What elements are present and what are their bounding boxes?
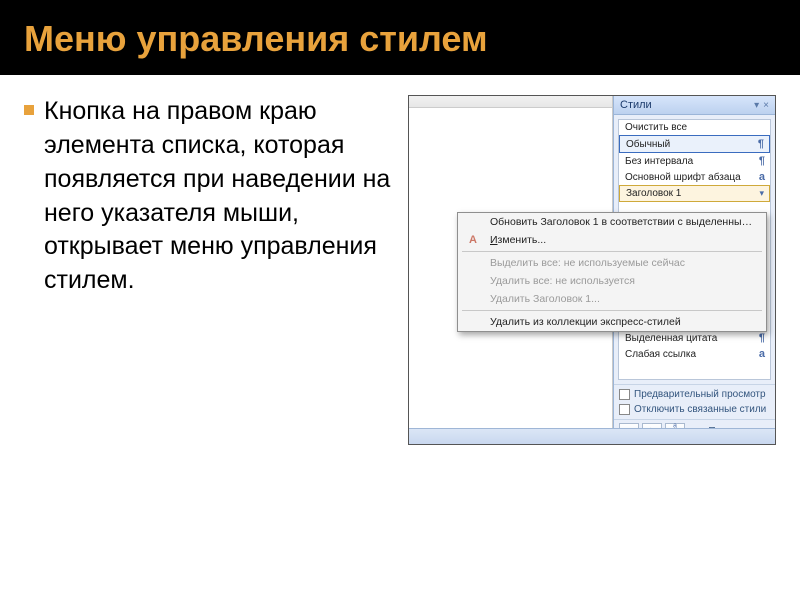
style-row-label: Заголовок 1: [626, 188, 681, 199]
style-row[interactable]: Слабая ссылка a: [619, 346, 770, 362]
disable-linked-label: Отключить связанные стили: [634, 404, 766, 415]
menu-item-label: Обновить Заголовок 1 в соответствии с вы…: [490, 216, 758, 228]
context-menu-item: Удалить Заголовок 1...: [458, 290, 766, 308]
style-row-label: Обычный: [626, 139, 670, 150]
context-menu-item[interactable]: A Изменить...: [458, 231, 766, 249]
menu-item-label: Удалить из коллекции экспресс-стилей: [490, 316, 758, 328]
preview-label: Предварительный просмотр: [634, 389, 766, 400]
pane-close-icon[interactable]: ×: [763, 100, 769, 111]
pane-title-controls[interactable]: ▾ ×: [754, 100, 769, 111]
styles-pane-title-bar[interactable]: Стили ▾ ×: [614, 96, 775, 115]
ruler: [409, 96, 612, 108]
style-row-label: Очистить все: [625, 122, 687, 133]
checkbox-icon[interactable]: [619, 404, 630, 415]
paragraph-marker-icon: ¶: [759, 332, 765, 344]
style-row-label: Выделенная цитата: [625, 333, 717, 344]
context-menu-item[interactable]: Удалить из коллекции экспресс-стилей: [458, 313, 766, 331]
menu-separator: [462, 310, 762, 311]
bullet-text: Кнопка на правом краю элемента списка, к…: [44, 95, 394, 298]
style-row-label: Основной шрифт абзаца: [625, 172, 741, 183]
slide-title: Меню управления стилем: [24, 18, 776, 59]
paragraph-marker-icon: ¶: [758, 138, 764, 150]
menu-separator: [462, 251, 762, 252]
context-menu-item[interactable]: Обновить Заголовок 1 в соответствии с вы…: [458, 213, 766, 231]
menu-item-label: Изменить...: [490, 234, 758, 246]
paragraph-marker-icon: a: [759, 171, 765, 183]
slide-header: Меню управления стилем: [0, 0, 800, 75]
styles-pane-title: Стили: [620, 99, 652, 111]
pane-dropdown-icon[interactable]: ▾: [754, 100, 759, 111]
style-row-label: Слабая ссылка: [625, 349, 696, 360]
style-row-label: Без интервала: [625, 156, 693, 167]
style-row[interactable]: Основной шрифт абзаца a: [619, 169, 770, 185]
paragraph-marker-icon: a: [759, 348, 765, 360]
context-menu-item: Удалить все: не используется: [458, 272, 766, 290]
chevron-down-icon[interactable]: ▾: [759, 188, 764, 199]
checkbox-icon[interactable]: [619, 389, 630, 400]
screenshot-frame: Стили ▾ × Очистить всеОбычный¶Без интерв…: [408, 95, 776, 445]
preview-checkbox-row[interactable]: Предварительный просмотр: [619, 389, 770, 400]
menu-item-label: Удалить Заголовок 1...: [490, 293, 758, 305]
style-row[interactable]: Очистить все: [619, 120, 770, 135]
bullet-item: Кнопка на правом краю элемента списка, к…: [24, 95, 394, 298]
menu-item-icon: A: [464, 234, 482, 246]
context-menu-item: Выделить все: не используемые сейчас: [458, 254, 766, 272]
style-row[interactable]: Выделенная цитата ¶: [619, 330, 770, 346]
style-row[interactable]: Обычный ¶: [619, 135, 770, 153]
menu-item-label: Выделить все: не используемые сейчас: [490, 257, 758, 269]
bullet-square-icon: [24, 105, 34, 115]
style-row[interactable]: Заголовок 1 ▾: [619, 185, 770, 202]
menu-item-label: Удалить все: не используется: [490, 275, 758, 287]
style-context-menu[interactable]: Обновить Заголовок 1 в соответствии с вы…: [457, 212, 767, 332]
styles-pane-footer: Предварительный просмотр Отключить связа…: [614, 384, 775, 419]
slide-body: Кнопка на правом краю элемента списка, к…: [0, 75, 800, 465]
status-bar: [409, 428, 775, 444]
style-row[interactable]: Без интервала ¶: [619, 153, 770, 169]
body-text-column: Кнопка на правом краю элемента списка, к…: [24, 95, 394, 445]
paragraph-marker-icon: ¶: [759, 155, 765, 167]
disable-linked-checkbox-row[interactable]: Отключить связанные стили: [619, 404, 770, 415]
